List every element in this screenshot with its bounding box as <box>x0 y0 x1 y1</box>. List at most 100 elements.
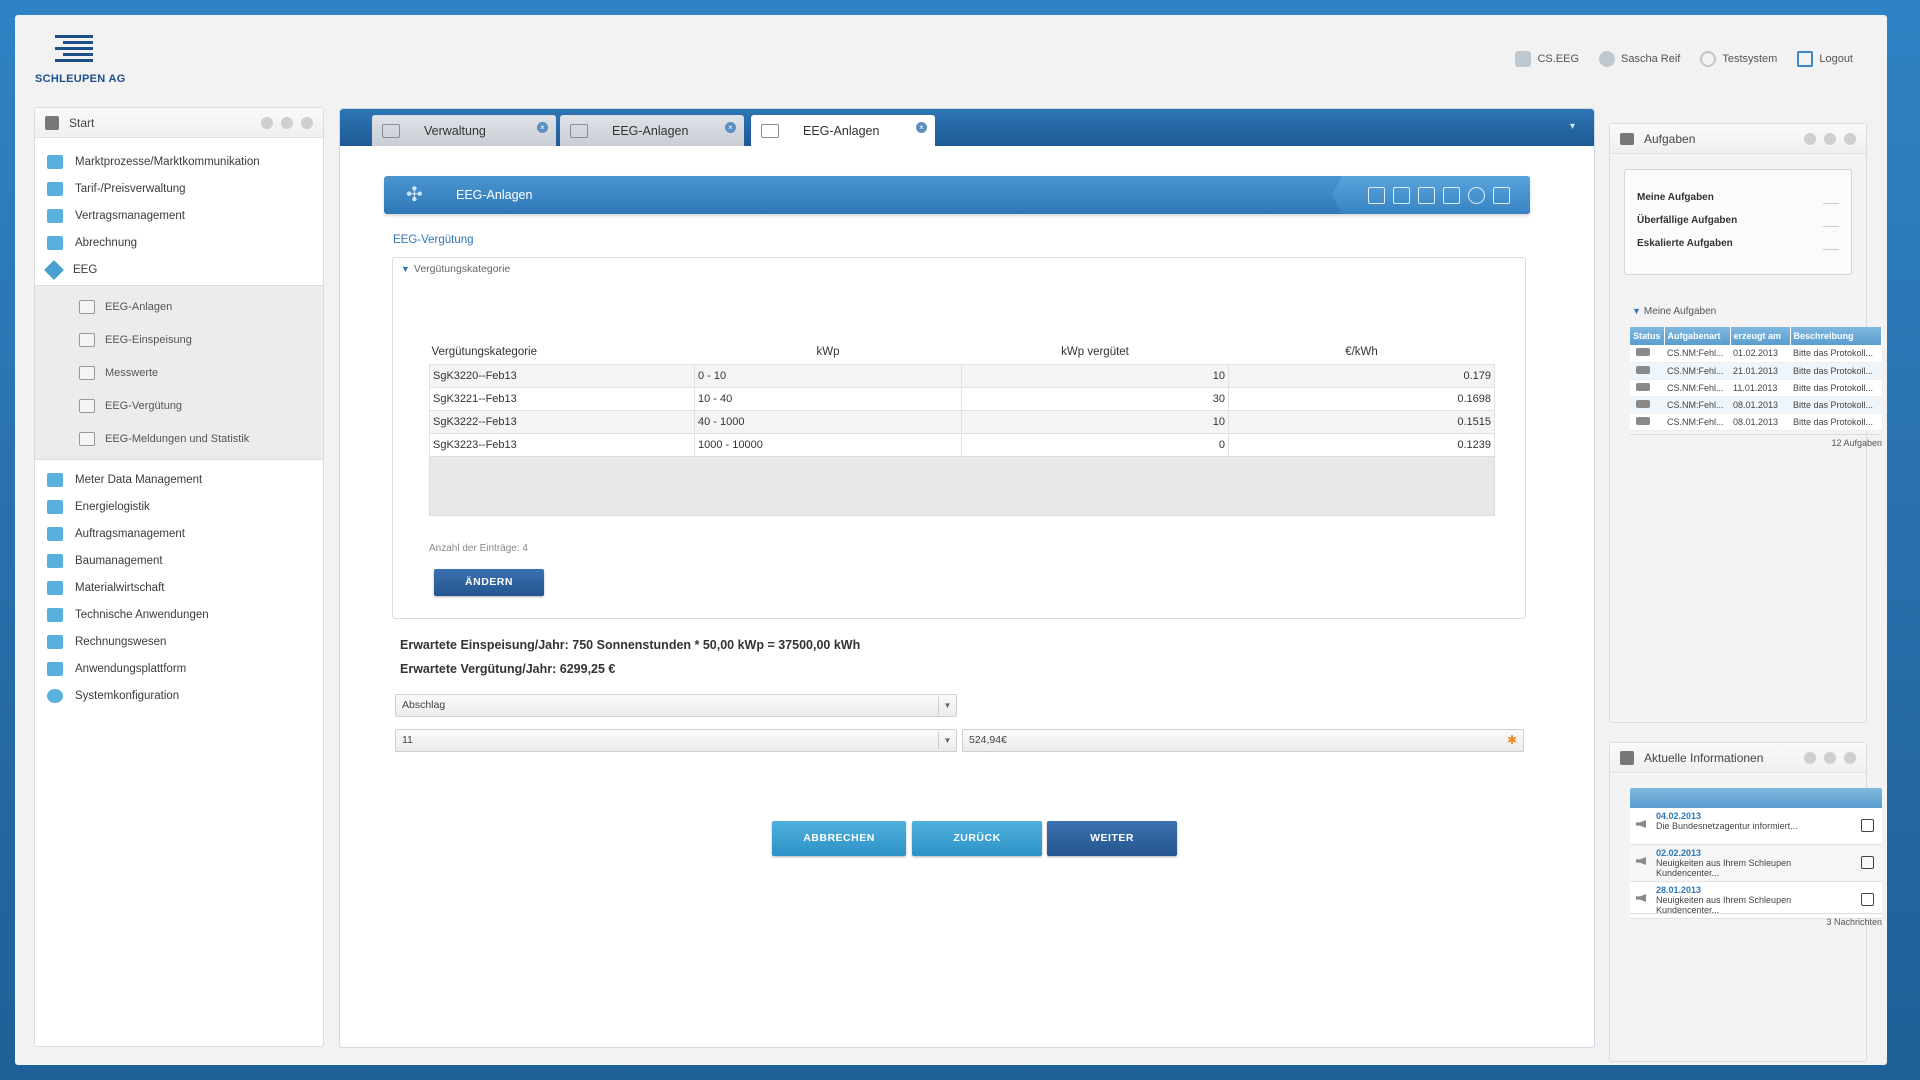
chevron-down-icon[interactable]: ▼ <box>938 697 956 714</box>
back-button[interactable]: ZURÜCK <box>912 821 1042 856</box>
my-tasks-heading[interactable]: ▼ Meine Aufgaben <box>1632 306 1716 317</box>
section-title[interactable]: EEG-Vergütung <box>393 234 474 246</box>
fieldset-legend[interactable]: ▼ Vergütungskategorie <box>401 263 510 275</box>
nav-item-marktprozesse[interactable]: Marktprozesse/Marktkommunikation <box>35 148 323 175</box>
nav-item-technik[interactable]: Technische Anwendungen <box>35 601 323 628</box>
environment-link[interactable]: Testsystem <box>1700 51 1777 67</box>
nav-item-mdm[interactable]: Meter Data Management <box>35 466 323 493</box>
subnav-item-eeg-meldungen[interactable]: EEG-Meldungen und Statistik <box>35 422 323 455</box>
column-header[interactable]: Status <box>1630 327 1665 345</box>
chart-icon <box>45 115 59 130</box>
summary-row[interactable]: Eskalierte Aufgaben <box>1637 238 1839 261</box>
tab-menu-icon[interactable]: ▾ <box>1570 121 1582 133</box>
meter-data-icon <box>47 472 63 487</box>
news-item[interactable]: 04.02.2013 Die Bundesnetzagentur informi… <box>1630 808 1882 845</box>
column-header[interactable]: Vergütungskategorie <box>430 340 695 364</box>
amount-field[interactable]: 524,94€ ✱ <box>962 729 1524 752</box>
chevron-down-icon[interactable]: ▼ <box>938 732 956 749</box>
nav-item-bau[interactable]: Baumanagement <box>35 547 323 574</box>
nav-item-material[interactable]: Materialwirtschaft <box>35 574 323 601</box>
plant-icon[interactable] <box>1368 186 1385 204</box>
column-header[interactable]: Beschreibung <box>1790 327 1882 345</box>
pin-icon[interactable] <box>1804 132 1816 145</box>
column-header[interactable]: Aufgabenart <box>1664 327 1731 345</box>
tab-eeg-anlagen-2[interactable]: EEG-Anlagen × <box>751 115 935 147</box>
filter-icon[interactable] <box>281 116 293 129</box>
news-date[interactable]: 02.02.2013 <box>1656 848 1882 858</box>
subnav-item-eeg-anlagen[interactable]: EEG-Anlagen <box>35 290 323 323</box>
nav-item-tarif[interactable]: Tarif-/Preisverwaltung <box>35 175 323 202</box>
change-button[interactable]: ÄNDERN <box>434 569 544 596</box>
nav-item-rechnung[interactable]: Rechnungswesen <box>35 628 323 655</box>
person-icon[interactable] <box>1418 186 1435 204</box>
payment-type-select[interactable]: Abschlag ▼ <box>395 694 957 717</box>
nav-item-vertrag[interactable]: Vertragsmanagement <box>35 202 323 229</box>
table-row[interactable]: SgK3220--Feb13 0 - 10 10 0.179 <box>429 363 1495 388</box>
logout-link[interactable]: Logout <box>1797 51 1853 67</box>
status-icon <box>1636 416 1650 425</box>
gear-icon[interactable] <box>1844 751 1856 764</box>
logo-text: SCHLEUPEN AG <box>35 73 126 85</box>
subnav-item-eeg-einspeisung[interactable]: EEG-Einspeisung <box>35 323 323 356</box>
table-row[interactable]: CS.NM:Fehl... 08.01.2013 Bitte das Protoko… <box>1630 413 1882 431</box>
tab-verwaltung[interactable]: Verwaltung × <box>372 115 556 146</box>
rss-icon[interactable] <box>1861 819 1874 832</box>
gear-icon[interactable] <box>1844 132 1856 145</box>
filter-icon[interactable] <box>1824 751 1836 764</box>
close-icon[interactable]: × <box>725 122 736 133</box>
nav-item-eeg[interactable]: EEG <box>35 256 323 283</box>
tasks-panel-header: Aufgaben <box>1610 124 1866 154</box>
pin-icon[interactable] <box>1804 751 1816 764</box>
news-item[interactable]: 02.02.2013 Neuigkeiten aus Ihrem Schleup… <box>1630 845 1882 882</box>
subnav-item-messwerte[interactable]: Messwerte <box>35 356 323 389</box>
tab-eeg-anlagen-1[interactable]: EEG-Anlagen × <box>560 115 744 146</box>
nav-item-system[interactable]: Systemkonfiguration <box>35 682 323 709</box>
summary-value <box>1823 192 1839 204</box>
main-nav: Marktprozesse/Marktkommunikation Tarif-/… <box>35 138 323 709</box>
table-row[interactable]: SgK3223--Feb13 1000 - 10000 0 0.1239 <box>429 432 1495 457</box>
close-icon[interactable]: × <box>537 122 548 133</box>
rss-icon[interactable] <box>1861 893 1874 906</box>
table-row[interactable]: CS.NM:Fehl... 01.02.2013 Bitte das Protoko… <box>1630 345 1882 363</box>
next-button[interactable]: WEITER <box>1047 821 1177 856</box>
column-header[interactable]: kWp vergütet <box>962 340 1229 364</box>
subnav-label: EEG-Meldungen und Statistik <box>105 432 250 445</box>
table-row[interactable]: CS.NM:Fehl... 21.01.2013 Bitte das Protoko… <box>1630 362 1882 380</box>
table-row[interactable]: CS.NM:Fehl... 11.01.2013 Bitte das Protoko… <box>1630 379 1882 397</box>
gear-icon[interactable] <box>301 116 313 129</box>
nav-item-abrechnung[interactable]: Abrechnung <box>35 229 323 256</box>
table-cell: 0.1698 <box>1228 386 1495 411</box>
nav-item-plattform[interactable]: Anwendungsplattform <box>35 655 323 682</box>
nav-label: Energielogistik <box>75 500 150 513</box>
export-icon[interactable] <box>1493 186 1510 204</box>
cancel-button[interactable]: ABBRECHEN <box>772 821 906 856</box>
target-icon[interactable] <box>1468 186 1485 204</box>
subnav-item-eeg-verguetung[interactable]: EEG-Vergütung <box>35 389 323 422</box>
rss-icon[interactable] <box>1861 856 1874 869</box>
summary-row[interactable]: Überfällige Aufgaben <box>1637 215 1839 238</box>
compensation-icon <box>79 398 95 413</box>
plant-icon <box>79 299 95 314</box>
table-row[interactable]: SgK3221--Feb13 10 - 40 30 0.1698 <box>429 386 1495 411</box>
meter-icon[interactable] <box>1393 186 1410 204</box>
news-date[interactable]: 04.02.2013 <box>1656 811 1882 821</box>
close-icon[interactable]: × <box>916 122 927 133</box>
month-select[interactable]: 11 ▼ <box>395 729 957 752</box>
table-row[interactable]: SgK3222--Feb13 40 - 1000 10 0.1515 <box>429 409 1495 434</box>
rss-icon <box>1620 750 1634 765</box>
column-header[interactable]: €/kWh <box>1229 340 1495 364</box>
news-date[interactable]: 28.01.2013 <box>1656 885 1882 895</box>
schleupen-logo[interactable]: SCHLEUPEN AG <box>35 35 131 99</box>
table-row[interactable]: CS.NM:Fehl... 08.01.2013 Bitte das Protoko… <box>1630 396 1882 414</box>
nav-item-energielogistik[interactable]: Energielogistik <box>35 493 323 520</box>
user-link[interactable]: Sascha Reif <box>1599 51 1680 67</box>
filter-icon[interactable] <box>1824 132 1836 145</box>
nav-item-auftrag[interactable]: Auftragsmanagement <box>35 520 323 547</box>
column-header[interactable]: erzeugt am <box>1730 327 1791 345</box>
system-link[interactable]: CS.EEG <box>1515 51 1579 67</box>
table-cell: CS.NM:Fehl... <box>1664 345 1730 363</box>
network-icon[interactable] <box>1443 186 1460 204</box>
pin-icon[interactable] <box>261 116 273 129</box>
summary-row[interactable]: Meine Aufgaben <box>1637 192 1839 215</box>
column-header[interactable]: kWp <box>695 340 962 364</box>
